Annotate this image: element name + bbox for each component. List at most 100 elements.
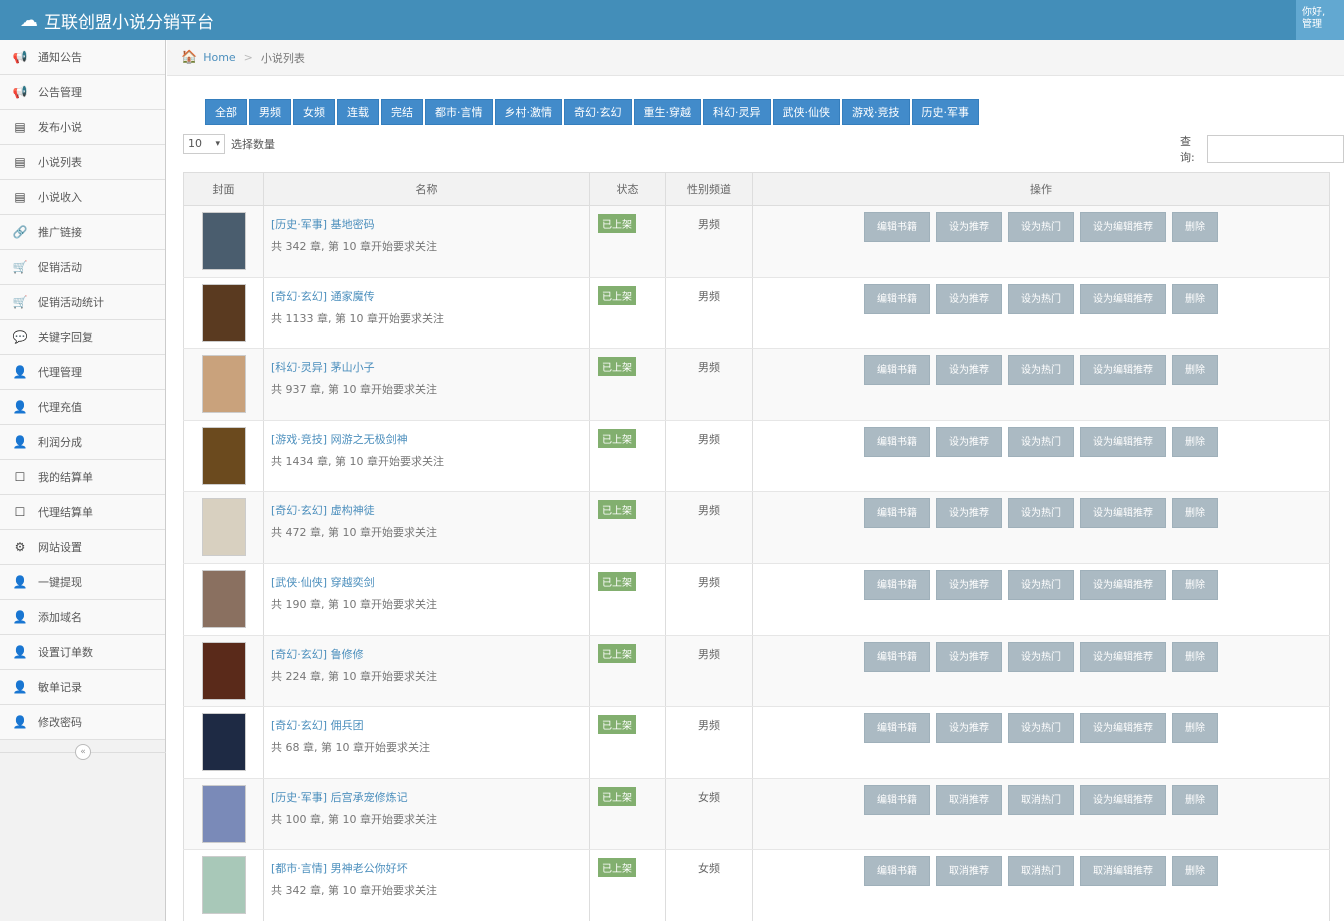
row-action-button[interactable]: 设为编辑推荐 [1080,355,1166,386]
filter-button[interactable]: 游戏·竞技 [842,99,910,125]
sidebar-item[interactable]: 📢 通知公告 [0,40,165,75]
row-action-button[interactable]: 删除 [1172,426,1218,457]
user-menu[interactable]: 你好, 管理 [1296,0,1344,40]
book-title-link[interactable]: [科幻·灵异] 茅山小子 [271,357,589,379]
book-title-link[interactable]: [历史·军事] 后宫承宠修炼记 [271,787,589,809]
row-action-button[interactable]: 设为编辑推荐 [1080,283,1166,314]
filter-button[interactable]: 完结 [381,99,423,125]
brand[interactable]: ☁ 互联创盟小说分销平台 [20,8,214,33]
book-title-link[interactable]: [奇幻·玄幻] 通家魔传 [271,286,589,308]
sidebar-item[interactable]: ▤ 小说收入 [0,180,165,215]
header-cover[interactable]: 封面 [183,172,264,206]
book-title-link[interactable]: [奇幻·玄幻] 鲁修修 [271,644,589,666]
filter-button[interactable]: 重生·穿越 [633,99,701,125]
row-action-button[interactable]: 设为热门 [1008,283,1074,314]
filter-button[interactable]: 女频 [293,99,335,125]
book-title-link[interactable]: [游戏·竞技] 网游之无极剑神 [271,429,589,451]
book-title-link[interactable]: [武侠·仙侠] 穿越奕剑 [271,572,589,594]
book-cover[interactable] [201,283,246,342]
row-action-button[interactable]: 设为推荐 [936,212,1002,242]
header-status[interactable]: 状态 [589,172,666,206]
header-gender[interactable]: 性别频道 [665,172,753,206]
search-input[interactable] [1207,135,1344,163]
filter-button[interactable]: 都市·言情 [425,99,493,125]
row-action-button[interactable]: 编辑书籍 [864,856,930,887]
sidebar-item[interactable]: ▤ 发布小说 [0,110,165,145]
row-action-button[interactable]: 设为推荐 [936,641,1002,672]
row-action-button[interactable]: 删除 [1172,713,1218,744]
row-action-button[interactable]: 设为热门 [1008,641,1074,672]
sidebar-item[interactable]: 👤 代理管理 [0,355,165,390]
book-cover[interactable] [201,641,246,700]
sidebar-item[interactable]: 🛒 促销活动 [0,250,165,285]
book-cover[interactable] [201,569,246,628]
sidebar-item[interactable]: 👤 一键提现 [0,565,165,600]
row-action-button[interactable]: 编辑书籍 [864,283,930,314]
book-title-link[interactable]: [奇幻·玄幻] 虚构神徒 [271,500,589,522]
collapse-icon[interactable]: « [75,744,91,760]
filter-button[interactable]: 乡村·激情 [494,99,562,125]
filter-button[interactable]: 历史·军事 [911,99,979,125]
sidebar-item[interactable]: 👤 添加域名 [0,600,165,635]
breadcrumb-home[interactable]: Home [203,51,235,64]
row-action-button[interactable]: 删除 [1172,784,1218,815]
filter-button[interactable]: 男频 [249,99,291,125]
row-action-button[interactable]: 删除 [1172,641,1218,672]
row-action-button[interactable]: 删除 [1172,212,1218,242]
row-action-button[interactable]: 设为热门 [1008,498,1074,529]
sidebar-item[interactable]: 🛒 促销活动统计 [0,285,165,320]
row-action-button[interactable]: 设为编辑推荐 [1080,426,1166,457]
sidebar-item[interactable]: 👤 利润分成 [0,425,165,460]
sidebar-item[interactable]: ☐ 我的结算单 [0,460,165,495]
book-cover[interactable] [201,856,246,915]
row-action-button[interactable]: 设为推荐 [936,498,1002,529]
sidebar-item[interactable]: ▤ 小说列表 [0,145,165,180]
sidebar-item[interactable]: ☐ 代理结算单 [0,495,165,530]
book-title-link[interactable]: [都市·言情] 男神老公你好坏 [271,858,589,880]
row-action-button[interactable]: 设为编辑推荐 [1080,498,1166,529]
row-action-button[interactable]: 设为推荐 [936,569,1002,600]
row-action-button[interactable]: 删除 [1172,856,1218,887]
sidebar-item[interactable]: 📢 公告管理 [0,75,165,110]
row-action-button[interactable]: 编辑书籍 [864,569,930,600]
row-action-button[interactable]: 设为编辑推荐 [1080,212,1166,242]
filter-button[interactable]: 武侠·仙侠 [772,99,840,125]
page-size-select[interactable]: 10 [183,134,225,154]
book-cover[interactable] [201,713,246,772]
row-action-button[interactable]: 删除 [1172,498,1218,529]
row-action-button[interactable]: 删除 [1172,283,1218,314]
row-action-button[interactable]: 设为推荐 [936,283,1002,314]
sidebar-item[interactable]: 👤 代理充值 [0,390,165,425]
sidebar-item[interactable]: 👤 敏单记录 [0,670,165,705]
row-action-button[interactable]: 编辑书籍 [864,641,930,672]
book-cover[interactable] [201,355,246,414]
sidebar-item[interactable]: 💬 关键字回复 [0,320,165,355]
row-action-button[interactable]: 编辑书籍 [864,784,930,815]
row-action-button[interactable]: 设为编辑推荐 [1080,784,1166,815]
row-action-button[interactable]: 编辑书籍 [864,355,930,386]
row-action-button[interactable]: 设为热门 [1008,426,1074,457]
row-action-button[interactable]: 设为推荐 [936,355,1002,386]
sidebar-item[interactable]: ⚙ 网站设置 [0,530,165,565]
book-title-link[interactable]: [历史·军事] 基地密码 [271,214,589,236]
filter-button[interactable]: 全部 [205,99,247,125]
row-action-button[interactable]: 取消热门 [1008,784,1074,815]
row-action-button[interactable]: 设为热门 [1008,212,1074,242]
book-cover[interactable] [201,784,246,843]
row-action-button[interactable]: 取消推荐 [936,856,1002,887]
row-action-button[interactable]: 删除 [1172,569,1218,600]
row-action-button[interactable]: 设为推荐 [936,426,1002,457]
row-action-button[interactable]: 设为热门 [1008,713,1074,744]
row-action-button[interactable]: 编辑书籍 [864,212,930,242]
row-action-button[interactable]: 取消编辑推荐 [1080,856,1166,887]
sidebar-item[interactable]: 🔗 推广链接 [0,215,165,250]
sidebar-item[interactable]: 👤 修改密码 [0,705,165,740]
book-title-link[interactable]: [奇幻·玄幻] 佣兵团 [271,715,589,737]
row-action-button[interactable]: 取消热门 [1008,856,1074,887]
row-action-button[interactable]: 设为编辑推荐 [1080,641,1166,672]
row-action-button[interactable]: 设为编辑推荐 [1080,569,1166,600]
row-action-button[interactable]: 编辑书籍 [864,426,930,457]
row-action-button[interactable]: 编辑书籍 [864,713,930,744]
book-cover[interactable] [201,498,246,557]
book-cover[interactable] [201,426,246,485]
